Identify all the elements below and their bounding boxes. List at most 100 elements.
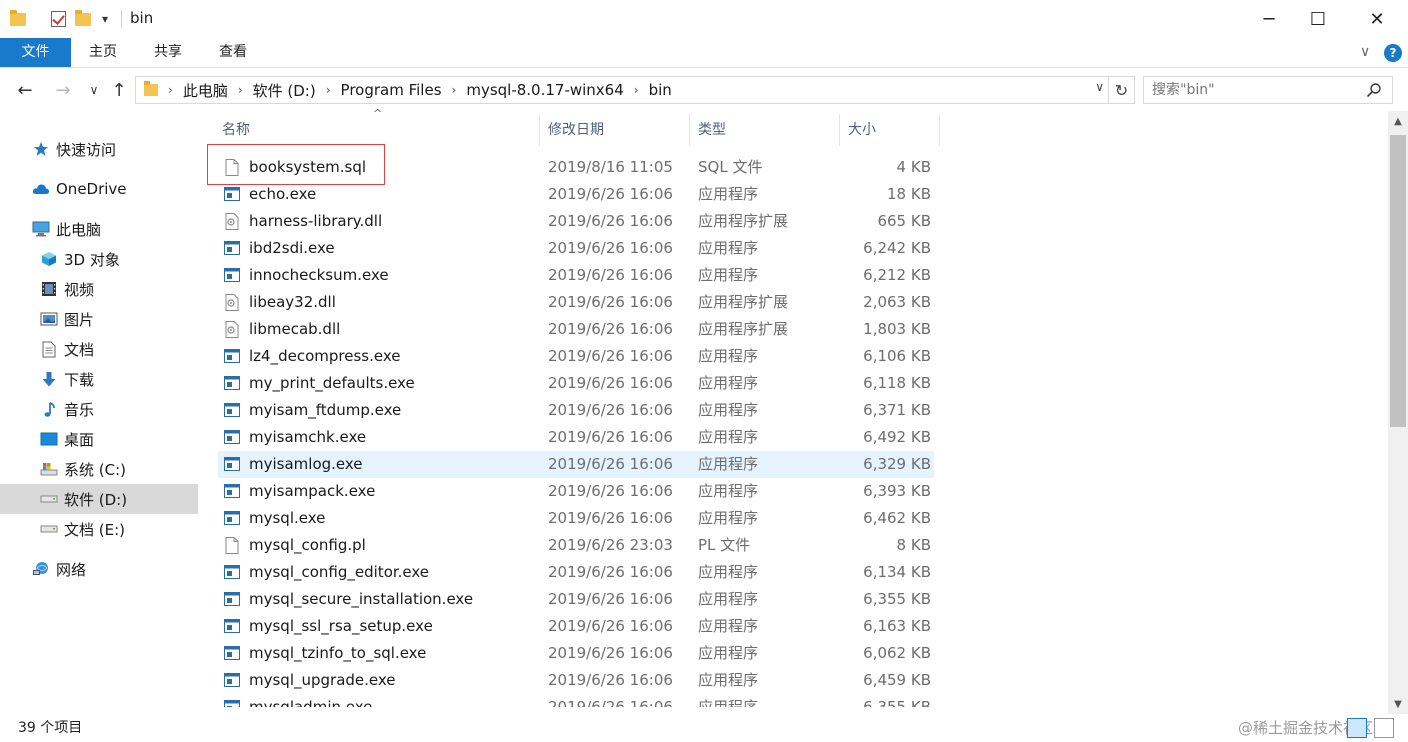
forward-button[interactable]: → xyxy=(52,79,74,101)
file-name[interactable]: myisam_ftdump.exe xyxy=(249,397,401,424)
file-name[interactable]: my_print_defaults.exe xyxy=(249,370,415,397)
file-name[interactable]: mysql_tzinfo_to_sql.exe xyxy=(249,640,426,667)
nav-item-drive-d[interactable]: 软件 (D:) xyxy=(0,484,198,514)
address-bar[interactable]: › 此电脑 › 软件 (D:) › Program Files › mysql-… xyxy=(135,76,1135,104)
vertical-scrollbar[interactable]: ▲ ▼ xyxy=(1388,111,1408,714)
properties-icon[interactable] xyxy=(50,9,66,29)
search-icon[interactable] xyxy=(1366,82,1382,98)
tab-file[interactable]: 文件 xyxy=(0,38,71,67)
dll-icon xyxy=(225,213,239,230)
nav-item-downloads[interactable]: 下载 xyxy=(0,364,198,394)
file-name[interactable]: mysql_ssl_rsa_setup.exe xyxy=(249,613,433,640)
column-header-type[interactable]: 类型 xyxy=(690,114,840,146)
breadcrumb-program-files[interactable]: Program Files xyxy=(341,81,442,99)
file-name[interactable]: libmecab.dll xyxy=(249,316,340,343)
file-name[interactable]: mysql_config.pl xyxy=(249,532,366,559)
column-header-name[interactable]: 名称 xyxy=(214,114,540,146)
scroll-down-icon[interactable]: ▼ xyxy=(1388,694,1408,714)
file-row[interactable]: mysql_tzinfo_to_sql.exe 2019/6/26 16:06 应用… xyxy=(218,640,934,667)
minimize-button[interactable]: ─ xyxy=(1246,0,1292,38)
file-name[interactable]: myisampack.exe xyxy=(249,478,375,505)
file-row[interactable]: libmecab.dll 2019/6/26 16:06 应用程序扩展 1,803 K… xyxy=(218,316,934,343)
column-header-size[interactable]: 大小 xyxy=(840,114,940,146)
file-name[interactable]: ibd2sdi.exe xyxy=(249,235,335,262)
details-view-button[interactable] xyxy=(1347,718,1367,738)
file-name[interactable]: mysql.exe xyxy=(249,505,325,532)
help-icon[interactable]: ? xyxy=(1384,44,1402,62)
breadcrumb-mysql[interactable]: mysql-8.0.17-winx64 xyxy=(466,81,623,99)
file-name[interactable]: lz4_decompress.exe xyxy=(249,343,400,370)
scroll-up-icon[interactable]: ▲ xyxy=(1388,111,1408,131)
nav-item-onedrive[interactable]: OneDrive xyxy=(0,174,198,204)
file-name[interactable]: myisamchk.exe xyxy=(249,424,366,451)
customize-quick-access-dropdown[interactable]: ▾ xyxy=(98,9,112,29)
file-row[interactable]: mysql.exe 2019/6/26 16:06 应用程序 6,462 KB xyxy=(218,505,934,532)
file-name[interactable]: mysql_config_editor.exe xyxy=(249,559,429,586)
file-row[interactable]: mysql_ssl_rsa_setup.exe 2019/6/26 16:06 应用… xyxy=(218,613,934,640)
expand-ribbon-icon[interactable]: ∨ xyxy=(1360,44,1370,60)
nav-item-this-pc[interactable]: 此电脑 xyxy=(0,214,198,244)
new-folder-icon[interactable] xyxy=(75,9,91,29)
nav-item-quick-access[interactable]: 快速访问 xyxy=(0,134,198,164)
file-row[interactable]: myisamchk.exe 2019/6/26 16:06 应用程序 6,492 KB xyxy=(218,424,934,451)
file-row[interactable]: myisam_ftdump.exe 2019/6/26 16:06 应用程序 6,37… xyxy=(218,397,934,424)
file-name[interactable]: mysql_upgrade.exe xyxy=(249,667,396,694)
breadcrumb-separator[interactable]: › xyxy=(168,83,173,97)
nav-item-documents[interactable]: 文档 xyxy=(0,334,198,364)
breadcrumb-drive-d[interactable]: 软件 (D:) xyxy=(253,80,316,101)
up-button[interactable]: ↑ xyxy=(108,79,130,101)
recent-locations-button[interactable]: ∨ xyxy=(83,79,105,101)
file-row[interactable]: mysql_upgrade.exe 2019/6/26 16:06 应用程序 6,45… xyxy=(218,667,934,694)
file-name[interactable]: echo.exe xyxy=(249,181,316,208)
file-row[interactable]: my_print_defaults.exe 2019/6/26 16:06 应用程序… xyxy=(218,370,934,397)
close-button[interactable]: ✕ xyxy=(1354,0,1400,38)
column-header-date[interactable]: 修改日期 xyxy=(540,114,690,146)
breadcrumb-separator[interactable]: › xyxy=(452,83,457,97)
file-row[interactable]: mysql_config.pl 2019/6/26 23:03 PL 文件 8 KB xyxy=(218,532,934,559)
nav-item-network[interactable]: 网络 xyxy=(0,554,198,584)
back-button[interactable]: ← xyxy=(14,79,36,101)
nav-item-pictures[interactable]: 图片 xyxy=(0,304,198,334)
nav-item-videos[interactable]: 视频 xyxy=(0,274,198,304)
file-name[interactable]: mysql_secure_installation.exe xyxy=(249,586,473,613)
nav-item-3d-objects[interactable]: 3D 对象 xyxy=(0,244,198,274)
file-row[interactable]: libeay32.dll 2019/6/26 16:06 应用程序扩展 2,063 K… xyxy=(218,289,934,316)
file-name[interactable]: harness-library.dll xyxy=(249,208,382,235)
file-name[interactable]: libeay32.dll xyxy=(249,289,336,316)
breadcrumb-separator[interactable]: › xyxy=(238,83,243,97)
nav-item-desktop[interactable]: 桌面 xyxy=(0,424,198,454)
file-row[interactable]: lz4_decompress.exe 2019/6/26 16:06 应用程序 6,1… xyxy=(218,343,934,370)
tab-home[interactable]: 主页 xyxy=(71,38,135,67)
breadcrumb-separator[interactable]: › xyxy=(634,83,639,97)
nav-item-music[interactable]: 音乐 xyxy=(0,394,198,424)
file-row[interactable]: echo.exe 2019/6/26 16:06 应用程序 18 KB xyxy=(218,181,934,208)
search-box[interactable] xyxy=(1143,76,1393,104)
file-row[interactable]: myisamlog.exe 2019/6/26 16:06 应用程序 6,329 KB xyxy=(218,451,934,478)
file-date: 2019/6/26 16:06 xyxy=(548,401,673,419)
breadcrumb-separator[interactable]: › xyxy=(326,83,331,97)
breadcrumb-bin[interactable]: bin xyxy=(649,81,672,99)
file-row[interactable]: harness-library.dll 2019/6/26 16:06 应用程序扩展… xyxy=(218,208,934,235)
file-name[interactable]: innochecksum.exe xyxy=(249,262,389,289)
file-name[interactable]: myisamlog.exe xyxy=(249,451,363,478)
file-row[interactable]: innochecksum.exe 2019/6/26 16:06 应用程序 6,212… xyxy=(218,262,934,289)
file-name[interactable]: booksystem.sql xyxy=(249,154,366,181)
file-row[interactable]: mysqladmin.exe 2019/6/26 16:06 应用程序 6,355 K… xyxy=(218,694,934,707)
file-row[interactable]: mysql_secure_installation.exe 2019/6/26 1… xyxy=(218,586,934,613)
search-input[interactable] xyxy=(1152,81,1362,99)
file-row[interactable]: mysql_config_editor.exe 2019/6/26 16:06 应用… xyxy=(218,559,934,586)
breadcrumb-this-pc[interactable]: 此电脑 xyxy=(183,80,228,101)
nav-item-drive-c[interactable]: 系统 (C:) xyxy=(0,454,198,484)
maximize-button[interactable]: ☐ xyxy=(1295,0,1341,38)
address-dropdown-icon[interactable]: ∨ xyxy=(1095,80,1104,94)
refresh-button[interactable]: ↻ xyxy=(1108,77,1134,103)
large-icons-view-button[interactable] xyxy=(1374,718,1394,738)
file-row[interactable]: myisampack.exe 2019/6/26 16:06 应用程序 6,393 K… xyxy=(218,478,934,505)
file-name[interactable]: mysqladmin.exe xyxy=(249,694,372,707)
file-row[interactable]: ibd2sdi.exe 2019/6/26 16:06 应用程序 6,242 KB xyxy=(218,235,934,262)
tab-share[interactable]: 共享 xyxy=(135,38,201,67)
nav-item-drive-e[interactable]: 文档 (E:) xyxy=(0,514,198,544)
file-row[interactable]: booksystem.sql 2019/8/16 11:05 SQL 文件 4 KB xyxy=(218,154,934,181)
scroll-thumb[interactable] xyxy=(1390,135,1406,427)
tab-view[interactable]: 查看 xyxy=(201,38,265,67)
